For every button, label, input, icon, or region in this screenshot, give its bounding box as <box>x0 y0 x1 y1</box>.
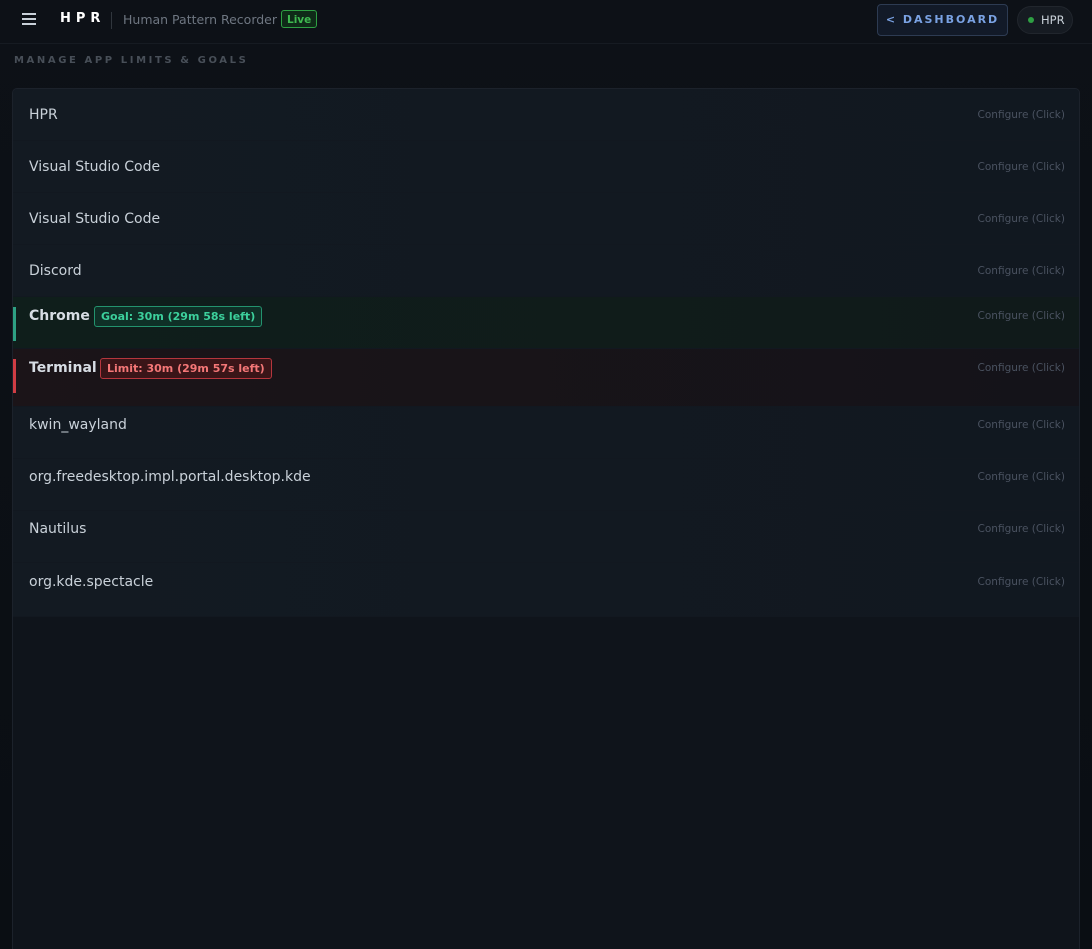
dashboard-button[interactable]: < DASHBOARD <box>877 4 1008 36</box>
app-row[interactable]: org.kde.spectacle Configure (Click) <box>13 563 1079 617</box>
configure-link[interactable]: Configure (Click) <box>978 213 1065 225</box>
top-bar: HPR Human Pattern Recorder Live < DASHBO… <box>0 0 1092 44</box>
configure-link[interactable]: Configure (Click) <box>978 419 1065 431</box>
app-row[interactable]: org.freedesktop.impl.portal.desktop.kde … <box>13 459 1079 511</box>
app-row[interactable]: Visual Studio Code Configure (Click) <box>13 193 1079 245</box>
app-name: Chrome <box>29 308 90 324</box>
status-dot-icon <box>1028 17 1034 23</box>
app-name: org.freedesktop.impl.portal.desktop.kde <box>29 469 311 485</box>
brand-logo: HPR <box>60 11 106 26</box>
app-name: Terminal <box>29 360 97 376</box>
configure-link[interactable]: Configure (Click) <box>978 161 1065 173</box>
app-row[interactable]: HPR Configure (Click) <box>13 89 1079 141</box>
live-status-badge: Live <box>281 10 318 28</box>
app-subtitle: Human Pattern Recorder <box>123 12 278 27</box>
app-name: Visual Studio Code <box>29 211 161 227</box>
limit-accent-bar <box>13 359 16 393</box>
app-name: Discord <box>29 263 82 279</box>
limit-badge: Limit: 30m (29m 57s left) <box>100 358 272 379</box>
goal-badge: Goal: 30m (29m 58s left) <box>94 306 263 327</box>
app-name: Visual Studio Code <box>29 159 161 175</box>
section-title: MANAGE APP LIMITS & GOALS <box>14 55 249 66</box>
app-row[interactable]: kwin_wayland Configure (Click) <box>13 407 1079 459</box>
configure-link[interactable]: Configure (Click) <box>978 109 1065 121</box>
configure-link[interactable]: Configure (Click) <box>978 265 1065 277</box>
app-row-limit[interactable]: Terminal Limit: 30m (29m 57s left) Confi… <box>13 349 1079 407</box>
app-row[interactable]: Discord Configure (Click) <box>13 245 1079 297</box>
goal-accent-bar <box>13 307 16 341</box>
user-label: HPR <box>1041 13 1065 27</box>
user-chip[interactable]: HPR <box>1017 6 1073 34</box>
app-name: org.kde.spectacle <box>29 574 154 590</box>
configure-link[interactable]: Configure (Click) <box>978 362 1065 374</box>
app-name: HPR <box>29 107 58 123</box>
app-name: Nautilus <box>29 521 87 537</box>
hamburger-menu-icon[interactable] <box>22 13 36 27</box>
app-row-goal[interactable]: Chrome Goal: 30m (29m 58s left) Configur… <box>13 297 1079 349</box>
app-row[interactable]: Nautilus Configure (Click) <box>13 511 1079 563</box>
configure-link[interactable]: Configure (Click) <box>978 523 1065 535</box>
app-list-panel: HPR Configure (Click) Visual Studio Code… <box>12 88 1080 949</box>
app-row[interactable]: Visual Studio Code Configure (Click) <box>13 141 1079 193</box>
app-name: kwin_wayland <box>29 417 127 433</box>
brand-divider <box>111 12 112 29</box>
configure-link[interactable]: Configure (Click) <box>978 471 1065 483</box>
configure-link[interactable]: Configure (Click) <box>978 576 1065 588</box>
configure-link[interactable]: Configure (Click) <box>978 310 1065 322</box>
app-window: HPR Human Pattern Recorder Live < DASHBO… <box>0 0 1092 949</box>
